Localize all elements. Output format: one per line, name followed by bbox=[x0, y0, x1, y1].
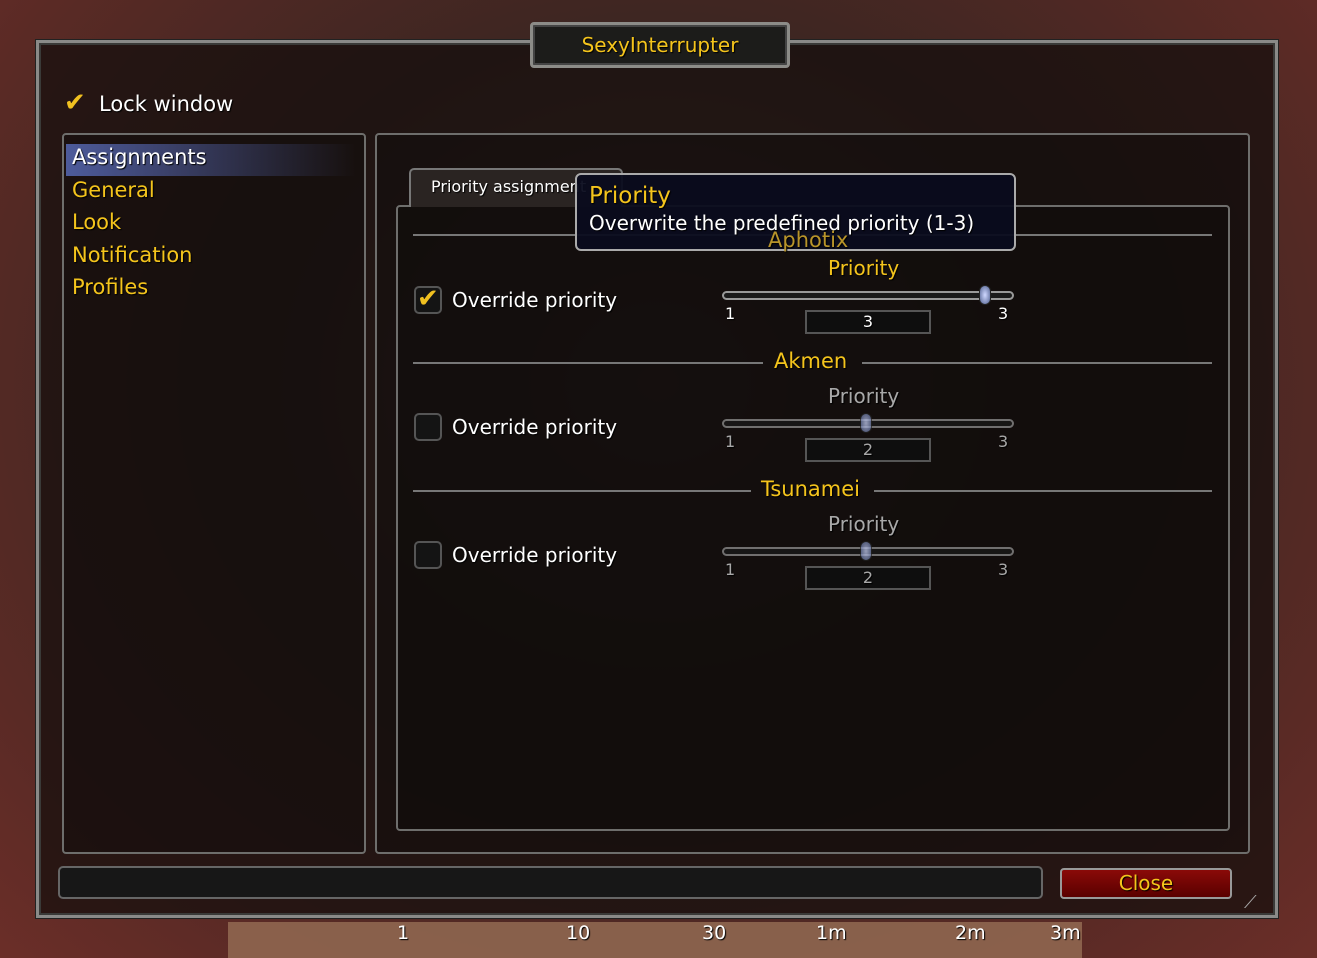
timeline-tick: 2m bbox=[955, 922, 986, 944]
checkmark-icon: ✔ bbox=[64, 88, 86, 118]
tab-label: Priority assignment bbox=[431, 177, 587, 196]
slider-max: 3 bbox=[998, 432, 1009, 451]
slider-value-input[interactable]: 2 bbox=[805, 566, 931, 590]
checkbox-label: Override priority bbox=[452, 415, 618, 439]
cooldown-timeline bbox=[228, 922, 1082, 958]
timeline-tick: 10 bbox=[566, 922, 591, 944]
timeline-tick: 1 bbox=[397, 922, 410, 944]
window-title[interactable]: SexyInterrupter bbox=[530, 22, 790, 68]
lock-window-checkbox[interactable]: ✔ bbox=[63, 90, 91, 120]
sidebar-item-notification[interactable]: Notification bbox=[72, 243, 193, 267]
lock-window-label: Lock window bbox=[99, 92, 234, 116]
slider-min: 1 bbox=[725, 432, 736, 451]
close-button[interactable]: Close bbox=[1060, 868, 1232, 899]
slider-value-input[interactable]: 3 bbox=[805, 310, 931, 334]
section-heading: Tsunamei bbox=[761, 477, 860, 501]
slider-label: Priority bbox=[828, 256, 900, 280]
sidebar-item-profiles[interactable]: Profiles bbox=[72, 275, 148, 299]
override-priority-checkbox[interactable]: ✔ bbox=[414, 286, 442, 314]
slider-thumb[interactable] bbox=[979, 285, 991, 305]
timeline-tick: 30 bbox=[702, 922, 727, 944]
slider-thumb[interactable] bbox=[860, 413, 872, 433]
sidebar-item-look[interactable]: Look bbox=[72, 210, 121, 234]
slider-max: 3 bbox=[998, 560, 1009, 579]
slider-min: 1 bbox=[725, 304, 736, 323]
status-bar bbox=[58, 866, 1043, 899]
override-priority-checkbox[interactable] bbox=[414, 541, 442, 569]
slider-thumb[interactable] bbox=[860, 541, 872, 561]
sidebar-item-assignments[interactable]: Assignments bbox=[72, 145, 207, 169]
checkbox-label: Override priority bbox=[452, 288, 618, 312]
timeline-tick: 1m bbox=[816, 922, 847, 944]
timeline-tick: 3m bbox=[1050, 922, 1081, 944]
slider-min: 1 bbox=[725, 560, 736, 579]
sidebar-item-general[interactable]: General bbox=[72, 178, 155, 202]
slider-max: 3 bbox=[998, 304, 1009, 323]
priority-slider[interactable] bbox=[722, 291, 1014, 300]
tooltip-title: Priority bbox=[589, 183, 671, 209]
sidebar bbox=[62, 133, 366, 854]
slider-label: Priority bbox=[828, 384, 900, 408]
section-divider bbox=[874, 490, 1212, 492]
checkmark-icon: ✔ bbox=[417, 284, 439, 314]
section-divider bbox=[862, 362, 1212, 364]
checkbox-label: Override priority bbox=[452, 543, 618, 567]
slider-label: Priority bbox=[828, 512, 900, 536]
section-heading: Aphotix bbox=[768, 228, 849, 252]
section-divider bbox=[413, 490, 751, 492]
section-divider bbox=[413, 362, 763, 364]
section-heading: Akmen bbox=[774, 349, 848, 373]
override-priority-checkbox[interactable] bbox=[414, 413, 442, 441]
slider-value-input[interactable]: 2 bbox=[805, 438, 931, 462]
resize-grip-icon[interactable]: ⟋ bbox=[1244, 892, 1266, 914]
